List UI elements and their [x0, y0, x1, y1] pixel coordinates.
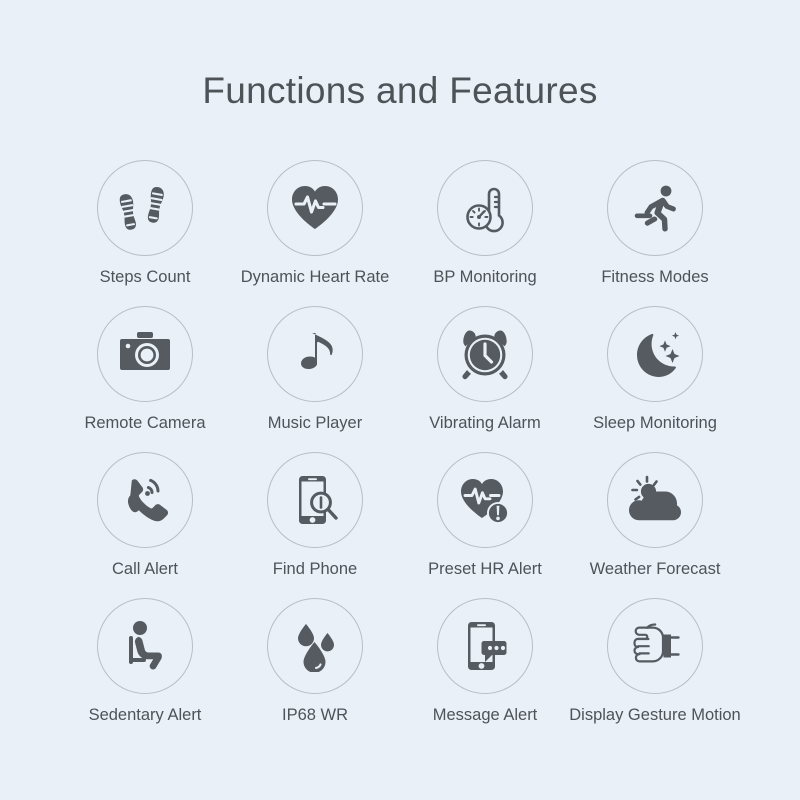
feature-remote-camera[interactable]: Remote Camera	[60, 306, 230, 452]
feature-label: BP Monitoring	[433, 268, 537, 286]
feature-label: Preset HR Alert	[428, 560, 542, 578]
footprints-icon	[97, 160, 193, 256]
feature-display-gesture-motion[interactable]: Display Gesture Motion	[569, 598, 741, 744]
thermometer-gauge-icon	[437, 160, 533, 256]
heart-pulse-warning-icon	[437, 452, 533, 548]
feature-label: Find Phone	[272, 560, 358, 578]
feature-sedentary-alert[interactable]: Sedentary Alert	[60, 598, 230, 744]
sun-cloud-icon	[607, 452, 703, 548]
music-note-icon	[267, 306, 363, 402]
feature-label: Fitness Modes	[601, 268, 709, 286]
feature-sleep-monitoring[interactable]: Sleep Monitoring	[570, 306, 740, 452]
feature-label: Call Alert	[111, 560, 179, 578]
moon-stars-icon	[607, 306, 703, 402]
feature-label: Sleep Monitoring	[593, 414, 717, 432]
feature-label: Dynamic Heart Rate	[240, 268, 390, 286]
feature-vibrating-alarm[interactable]: Vibrating Alarm	[400, 306, 570, 452]
feature-label: Vibrating Alarm	[429, 414, 541, 432]
feature-bp-monitoring[interactable]: BP Monitoring	[400, 160, 570, 306]
phone-message-icon	[437, 598, 533, 694]
feature-steps-count[interactable]: Steps Count	[60, 160, 230, 306]
feature-dynamic-heart-rate[interactable]: Dynamic Heart Rate	[230, 160, 400, 306]
feature-preset-hr-alert[interactable]: Preset HR Alert	[400, 452, 570, 598]
page-title: Functions and Features	[202, 70, 598, 111]
feature-music-player[interactable]: Music Player	[230, 306, 400, 452]
feature-weather-forecast[interactable]: Weather Forecast	[570, 452, 740, 598]
feature-label: Remote Camera	[84, 414, 206, 432]
feature-fitness-modes[interactable]: Fitness Modes	[570, 160, 740, 306]
phone-magnifier-icon	[267, 452, 363, 548]
feature-label: Sedentary Alert	[88, 706, 202, 724]
sitting-person-icon	[97, 598, 193, 694]
camera-icon	[97, 306, 193, 402]
feature-label: Weather Forecast	[589, 560, 721, 578]
heart-pulse-icon	[267, 160, 363, 256]
phone-handset-ring-icon	[97, 452, 193, 548]
features-grid: Steps Count Dynamic Heart Rate BP Monito…	[60, 160, 741, 744]
feature-poster: Functions and Features Steps Count Dynam…	[0, 0, 800, 800]
feature-label: Steps Count	[99, 268, 191, 286]
feature-label: Music Player	[267, 414, 363, 432]
water-drops-icon	[267, 598, 363, 694]
feature-call-alert[interactable]: Call Alert	[60, 452, 230, 598]
feature-ip68-wr[interactable]: IP68 WR	[230, 598, 400, 744]
alarm-clock-icon	[437, 306, 533, 402]
feature-label: Message Alert	[432, 706, 538, 724]
feature-find-phone[interactable]: Find Phone	[230, 452, 400, 598]
feature-label: Display Gesture Motion	[569, 706, 741, 724]
feature-message-alert[interactable]: Message Alert	[400, 598, 570, 744]
fist-wristband-icon	[607, 598, 703, 694]
running-person-icon	[607, 160, 703, 256]
feature-label: IP68 WR	[281, 706, 349, 724]
